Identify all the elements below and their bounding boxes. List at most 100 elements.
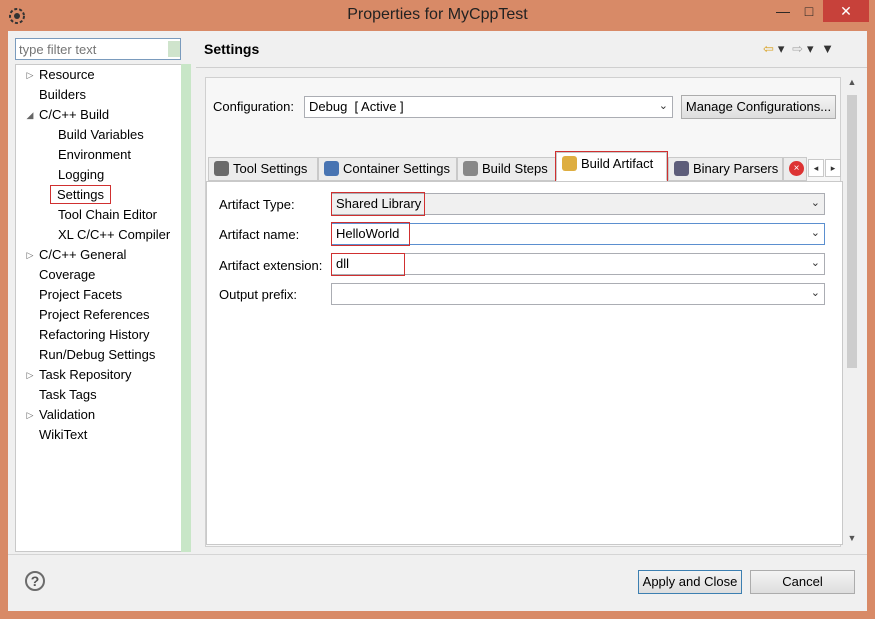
tree-item[interactable]: ▷ C/C++ General [27, 246, 127, 264]
tree-scrollbar[interactable] [181, 64, 191, 552]
manage-configurations-button[interactable]: Manage Configurations... [681, 95, 836, 119]
tab-label: Build Artifact [581, 156, 654, 171]
maximize-button[interactable]: □ [796, 0, 822, 22]
tree-item-label: Environment [58, 147, 131, 162]
configuration-value: Debug [ Active ] [309, 99, 404, 114]
highlight-box [331, 253, 405, 276]
scroll-thumb[interactable] [847, 95, 857, 368]
tree-item-label: Task Repository [39, 367, 132, 382]
tree-item-label: XL C/C++ Compiler [58, 227, 171, 242]
chevron-right-icon[interactable]: ▷ [25, 406, 35, 424]
tree-item[interactable]: Environment [58, 146, 131, 164]
tree-item-label: WikiText [39, 427, 88, 442]
tree-item-label: Project References [39, 307, 150, 322]
highlight-box [331, 222, 410, 246]
nav-buttons: ⇦ ▾ ⇨ ▾ ▼ [763, 41, 838, 57]
page-title: Settings [204, 41, 260, 57]
tree-item[interactable]: Logging [58, 166, 104, 184]
artifact-extension-combo[interactable]: dll ⌄ [331, 253, 825, 275]
tab-binary-parsers[interactable]: Binary Parsers [668, 157, 783, 181]
tab-container-settings[interactable]: Container Settings [318, 157, 457, 181]
tree-item[interactable]: XL C/C++ Compiler [58, 226, 170, 244]
tree-item-label: Builders [39, 87, 86, 102]
build-steps-icon [463, 161, 478, 176]
artifact-type-label: Artifact Type: [219, 197, 295, 212]
tree-item[interactable]: Build Variables [58, 126, 144, 144]
output-prefix-label: Output prefix: [219, 287, 298, 302]
tree-item-label: Coverage [39, 267, 96, 282]
tree-item[interactable]: ▷ Task Repository [27, 366, 132, 384]
header-divider [196, 67, 867, 68]
tab-scroll-right-icon[interactable]: ▸ [825, 159, 841, 177]
cancel-button[interactable]: Cancel [750, 570, 855, 594]
tree-item[interactable]: ◢ C/C++ Build [27, 106, 110, 124]
title-bar: Properties for MyCppTest — □ ✕ [0, 0, 875, 31]
tree-item[interactable]: Task Tags [39, 386, 97, 404]
configuration-select[interactable]: Debug [ Active ] ⌄ [304, 96, 673, 118]
tree-item[interactable]: Tool Chain Editor [58, 206, 157, 224]
chevron-right-icon[interactable]: ▷ [25, 246, 35, 264]
window-title: Properties for MyCppTest [347, 6, 528, 23]
tab-scroll-left-icon[interactable]: ◂ [808, 159, 824, 177]
tree-item[interactable]: Builders [39, 86, 86, 104]
chevron-right-icon[interactable]: ▷ [25, 366, 35, 384]
tree-item[interactable]: Settings [50, 185, 111, 204]
tree-item-label: Tool Chain Editor [58, 207, 157, 222]
tree-item[interactable]: Refactoring History [39, 326, 150, 344]
tab-more[interactable]: × [783, 157, 807, 181]
help-icon[interactable]: ? [25, 571, 45, 591]
tree-item-label: Task Tags [39, 387, 97, 402]
tab-label: Build Steps [482, 161, 548, 176]
tree-item[interactable]: Project References [39, 306, 150, 324]
view-menu-icon[interactable]: ▼ [821, 41, 834, 56]
tree-item[interactable]: ▷ Validation [27, 406, 96, 424]
scroll-up-icon[interactable]: ▲ [845, 77, 859, 87]
properties-window: Properties for MyCppTest — □ ✕ ▷ Resource… [0, 0, 875, 619]
minimize-button[interactable]: — [770, 0, 796, 22]
tool-settings-icon [214, 161, 229, 176]
error-icon: × [789, 161, 804, 176]
forward-menu-icon[interactable]: ▾ [807, 41, 814, 56]
scroll-down-icon[interactable]: ▼ [845, 533, 859, 543]
close-button[interactable]: ✕ [823, 0, 869, 22]
tab-label: Container Settings [343, 161, 450, 176]
artifact-name-label: Artifact name: [219, 227, 300, 242]
filter-input[interactable] [15, 38, 181, 60]
tree-item[interactable]: Project Facets [39, 286, 122, 304]
back-arrow-icon[interactable]: ⇦ [763, 41, 774, 56]
chevron-down-icon: ⌄ [810, 227, 820, 239]
artifact-extension-label: Artifact extension: [219, 258, 323, 273]
tab-tool-settings[interactable]: Tool Settings [208, 157, 318, 181]
forward-arrow-icon[interactable]: ⇨ [792, 41, 803, 56]
tree-item-label: Logging [58, 167, 105, 182]
content-scrollbar[interactable]: ▲ ▼ [845, 77, 859, 547]
output-prefix-combo[interactable]: ⌄ [331, 283, 825, 305]
chevron-down-icon: ⌄ [810, 197, 820, 209]
chevron-down-icon: ⌄ [658, 100, 668, 112]
back-menu-icon[interactable]: ▾ [778, 41, 785, 56]
dialog-client: ▷ Resource Builders ◢ C/C++ Build Build Varia… [8, 31, 867, 611]
tree-item-label: Resource [39, 67, 95, 82]
tab-build-steps[interactable]: Build Steps [457, 157, 556, 181]
tree-item[interactable]: Coverage [39, 266, 95, 284]
tree-item-label: Build Variables [58, 127, 144, 142]
tree-item-label: Project Facets [39, 287, 123, 302]
tree-item[interactable]: WikiText [39, 426, 87, 444]
tab-build-artifact[interactable]: Build Artifact [555, 151, 668, 182]
tree-item-label: Validation [39, 407, 96, 422]
tree-item-label: Run/Debug Settings [39, 347, 156, 362]
tab-label: Binary Parsers [693, 161, 779, 176]
apply-and-close-button[interactable]: Apply and Close [638, 570, 742, 594]
chevron-right-icon[interactable]: ▷ [25, 66, 35, 84]
tree-item-label: Settings [50, 185, 111, 204]
filter-clear-icon[interactable] [168, 41, 180, 57]
tree-item[interactable]: ▷ Resource [27, 66, 95, 84]
tree-item[interactable]: Run/Debug Settings [39, 346, 155, 364]
footer-divider [8, 554, 867, 555]
tree-item-label: Refactoring History [39, 327, 150, 342]
chevron-expanded-icon[interactable]: ◢ [25, 106, 35, 124]
tree-item-label: C/C++ General [39, 247, 127, 262]
tab-label: Tool Settings [233, 161, 308, 176]
binary-parsers-icon [674, 161, 689, 176]
tree-item-label: C/C++ Build [39, 107, 110, 122]
